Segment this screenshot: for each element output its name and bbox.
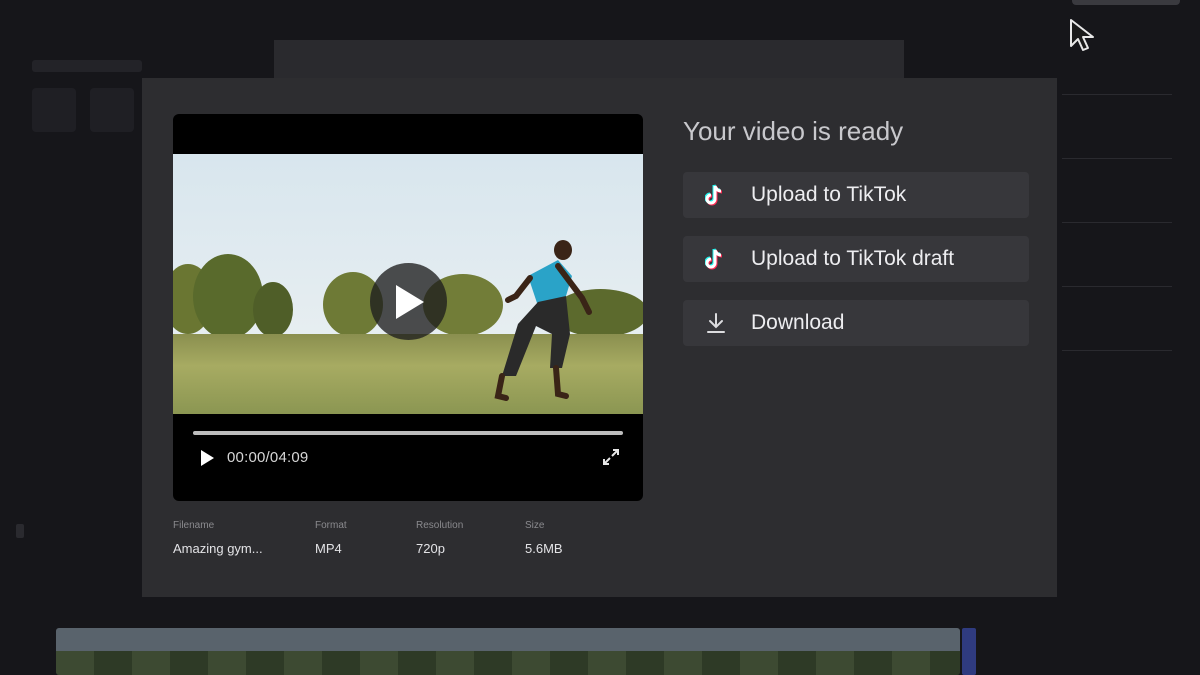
dialog-title: Your video is ready bbox=[683, 116, 904, 146]
action-label: Download bbox=[751, 311, 845, 334]
background-marker bbox=[16, 524, 24, 538]
upload-to-tiktok-draft-button[interactable]: Upload to TikTok draft bbox=[683, 236, 1029, 282]
play-icon bbox=[395, 284, 424, 319]
meta-value: Amazing gym... bbox=[173, 541, 263, 556]
tiktok-icon bbox=[703, 182, 729, 208]
meta-filename: Filename Amazing gym... bbox=[173, 520, 263, 556]
play-overlay-button[interactable] bbox=[370, 263, 447, 340]
meta-format: Format MP4 bbox=[315, 520, 347, 556]
meta-value: 5.6MB bbox=[525, 541, 563, 556]
download-button[interactable]: Download bbox=[683, 300, 1029, 346]
background-divider bbox=[1062, 350, 1172, 351]
video-person bbox=[494, 240, 592, 401]
download-icon bbox=[703, 310, 729, 336]
meta-value: 720p bbox=[416, 541, 445, 556]
video-tree bbox=[193, 254, 263, 339]
export-dialog: 00:00/04:09 Filename Amazing gym... Form… bbox=[142, 78, 1057, 597]
play-icon[interactable] bbox=[197, 448, 217, 468]
action-label: Upload to TikTok draft bbox=[751, 247, 955, 270]
meta-label: Size bbox=[525, 520, 545, 531]
upload-to-tiktok-button[interactable]: Upload to TikTok bbox=[683, 172, 1029, 218]
meta-label: Filename bbox=[173, 520, 215, 531]
fullscreen-icon[interactable] bbox=[601, 447, 621, 467]
background-thumbnail bbox=[32, 88, 76, 132]
mouse-cursor-icon bbox=[1070, 19, 1094, 51]
meta-resolution: Resolution 720p bbox=[416, 520, 463, 556]
meta-label: Format bbox=[315, 520, 347, 531]
background-divider bbox=[1062, 94, 1172, 95]
background-top-button bbox=[1072, 0, 1180, 5]
tiktok-icon bbox=[703, 246, 729, 272]
timeline-thumbnail-strip bbox=[56, 628, 960, 651]
video-player[interactable]: 00:00/04:09 bbox=[173, 114, 643, 501]
video-tree bbox=[253, 282, 293, 337]
background-divider bbox=[1062, 286, 1172, 287]
action-label: Upload to TikTok bbox=[751, 183, 907, 206]
meta-size: Size 5.6MB bbox=[525, 520, 563, 556]
timeline-handle bbox=[962, 628, 976, 675]
video-time: 00:00/04:09 bbox=[227, 449, 309, 466]
background-timeline-track bbox=[56, 628, 960, 675]
meta-value: MP4 bbox=[315, 541, 342, 556]
background-thumbnail bbox=[90, 88, 134, 132]
background-panel-title bbox=[32, 60, 142, 72]
timeline-thumbnail-strip bbox=[56, 651, 960, 675]
background-divider bbox=[1062, 158, 1172, 159]
video-frame[interactable] bbox=[173, 154, 643, 414]
meta-label: Resolution bbox=[416, 520, 464, 531]
background-panel bbox=[274, 40, 904, 80]
background-divider bbox=[1062, 222, 1172, 223]
video-progress-bar[interactable] bbox=[193, 431, 623, 435]
